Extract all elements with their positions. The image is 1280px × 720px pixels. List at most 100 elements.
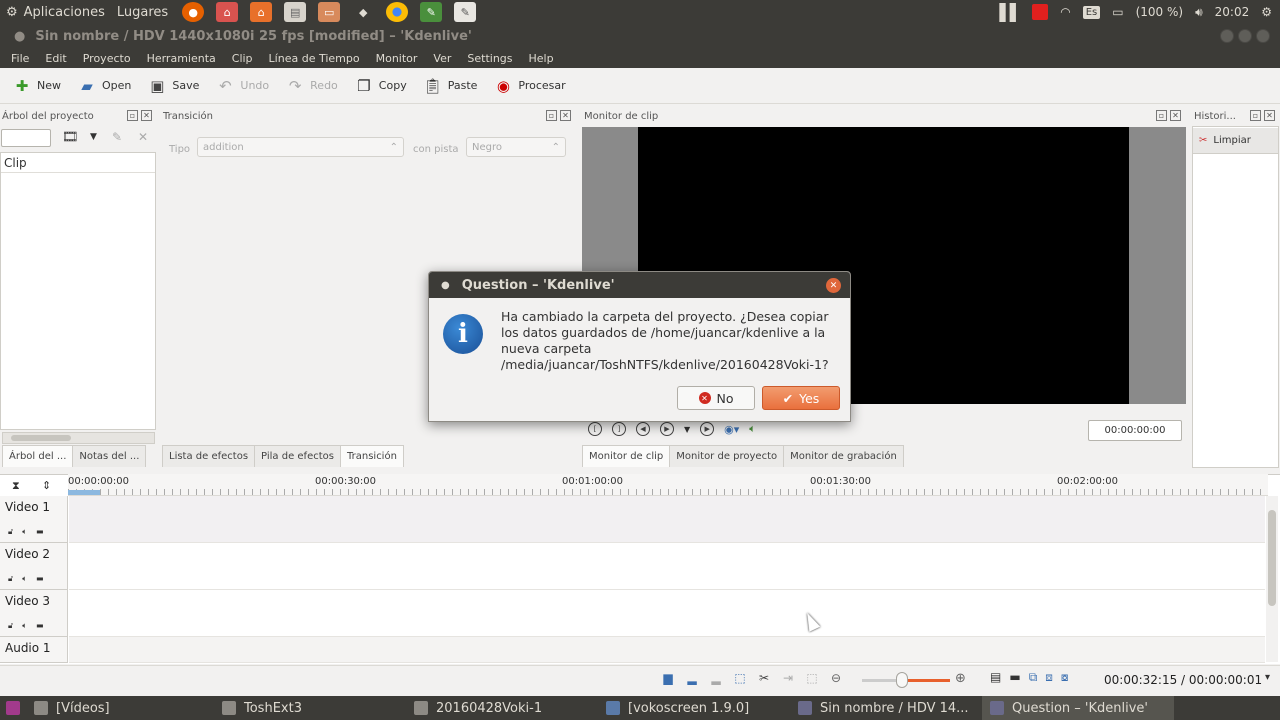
minimize-button[interactable]: [1220, 29, 1234, 43]
task-kdenlive-main[interactable]: Sin nombre / HDV 14...: [790, 696, 982, 720]
add-clip-icon[interactable]: 🎞︎: [62, 130, 79, 145]
thumbnails-icon[interactable]: ▬: [1009, 670, 1020, 685]
chevron-down-icon[interactable]: ▼: [90, 132, 97, 142]
show-desktop-button[interactable]: [0, 696, 26, 720]
delete-clip-icon[interactable]: ✕: [138, 130, 148, 144]
no-button[interactable]: ✕ No: [677, 386, 755, 410]
chrome-launcher-icon[interactable]: [386, 2, 409, 22]
wifi-icon[interactable]: ◠: [1060, 5, 1070, 19]
rewind-icon[interactable]: ◀: [636, 422, 650, 436]
lock-icon[interactable]: 🔓︎: [8, 621, 13, 631]
tab-lista-efectos[interactable]: Lista de efectos: [162, 445, 256, 467]
clock[interactable]: 20:02: [1215, 5, 1250, 19]
menu-edit[interactable]: Edit: [45, 52, 66, 65]
close-dock-icon[interactable]: ✕: [141, 110, 152, 121]
menu-clip[interactable]: Clip: [232, 52, 253, 65]
set-zone-end-icon[interactable]: ]: [612, 422, 626, 436]
con-pista-select[interactable]: Negro ⌃: [466, 137, 566, 157]
dialog-menu-icon[interactable]: ●: [441, 280, 450, 291]
task-toshext3[interactable]: ToshExt3: [214, 696, 406, 720]
razor-tool-icon[interactable]: ✂: [756, 670, 772, 686]
monitor-settings-icon[interactable]: ◉▾: [724, 423, 739, 436]
session-gear-icon[interactable]: ⚙: [1261, 5, 1272, 19]
track-height-icon[interactable]: ⇕: [42, 479, 51, 492]
menu-settings[interactable]: Settings: [467, 52, 512, 65]
home-launcher-icon[interactable]: ⌂: [216, 2, 239, 22]
task-voki-folder[interactable]: 20160428Voki-1: [406, 696, 598, 720]
close-dock-icon[interactable]: ✕: [1170, 110, 1181, 121]
mute-icon[interactable]: 🔈︎: [22, 527, 27, 537]
task-videos[interactable]: [Vídeos]: [26, 696, 214, 720]
lock-icon[interactable]: 🔓︎: [8, 527, 13, 537]
chevron-down-icon[interactable]: ▼: [684, 425, 690, 434]
tab-monitor-proyecto[interactable]: Monitor de proyecto: [669, 445, 785, 467]
forward-icon[interactable]: ▶: [700, 422, 715, 436]
close-icon[interactable]: ✕: [826, 278, 841, 293]
open-button[interactable]: ▰ Open: [71, 71, 137, 101]
applications-menu[interactable]: ⚙ Aplicaciones: [0, 0, 111, 24]
menu-file[interactable]: File: [11, 52, 29, 65]
task-kdenlive-question[interactable]: Question – 'Kdenlive': [982, 696, 1174, 720]
track-compositing-icon[interactable]: ⧇: [1061, 670, 1069, 685]
yes-button[interactable]: ✔ Yes: [762, 386, 840, 410]
mute-icon[interactable]: 🔈︎: [22, 621, 27, 631]
maximize-button[interactable]: [1238, 29, 1252, 43]
new-button[interactable]: ✚ New: [6, 71, 67, 101]
track-video-2[interactable]: [69, 543, 1265, 590]
volume-icon[interactable]: 🔊︎: [1195, 5, 1203, 20]
clip-column-header[interactable]: Clip: [1, 153, 155, 173]
monitor-timecode-field[interactable]: 00:00:00:00: [1088, 420, 1182, 441]
folder-launcher-icon[interactable]: ▭: [318, 2, 341, 22]
window-menu-icon[interactable]: ●: [14, 29, 25, 44]
limpiar-button[interactable]: ✂ Limpiar: [1193, 128, 1278, 154]
close-dock-icon[interactable]: ✕: [1264, 110, 1275, 121]
redo-button[interactable]: ↷ Redo: [279, 71, 344, 101]
float-dock-icon[interactable]: ▫: [127, 110, 138, 121]
zoom-slider-thumb[interactable]: [896, 672, 908, 688]
zoom-out-icon[interactable]: ⊖: [828, 670, 844, 686]
timeline-ruler[interactable]: 00:00:00:00 00:00:30:00 00:01:00:00 00:0…: [68, 474, 1268, 496]
menu-herramienta[interactable]: Herramienta: [147, 52, 216, 65]
firefox-launcher-icon[interactable]: ●: [182, 2, 205, 22]
paste-button[interactable]: 📋︎ Paste: [417, 71, 484, 101]
split-audio-icon[interactable]: ▤: [990, 670, 1001, 685]
project-search-input[interactable]: [1, 129, 51, 147]
task-vokoscreen[interactable]: [vokoscreen 1.9.0]: [598, 696, 790, 720]
mute-icon[interactable]: 🔈︎: [22, 574, 27, 584]
project-tree-hscrollbar[interactable]: [2, 432, 155, 444]
files-launcher-icon[interactable]: ▤: [284, 2, 307, 22]
track-video-3[interactable]: [69, 590, 1265, 637]
close-dock-icon[interactable]: ✕: [560, 110, 571, 121]
ripple-icon[interactable]: ⧈: [1045, 670, 1053, 685]
video-toggle-icon[interactable]: ▬: [36, 621, 44, 631]
video-toggle-icon[interactable]: ▬: [36, 527, 44, 537]
track-audio-1[interactable]: [69, 637, 1265, 663]
save-button[interactable]: ▣ Save: [141, 71, 205, 101]
float-dock-icon[interactable]: ▫: [1250, 110, 1261, 121]
track-header-video-1[interactable]: Video 1 🔓︎ 🔈︎ ▬: [0, 496, 68, 543]
text-editor-launcher-icon[interactable]: ✎: [454, 2, 477, 22]
render-button[interactable]: ◉ Procesar: [487, 71, 571, 101]
tab-notas[interactable]: Notas del ...: [72, 445, 147, 467]
zoom-in-icon[interactable]: ⊕: [955, 671, 966, 686]
track-video-1[interactable]: [69, 496, 1265, 543]
lock-icon[interactable]: 🔓︎: [8, 574, 13, 584]
audio-monitor-icon[interactable]: 🔈︎: [749, 422, 756, 436]
selection-tool-icon[interactable]: ⬚: [732, 670, 748, 686]
tab-pila-efectos[interactable]: Pila de efectos: [254, 445, 341, 467]
menu-monitor[interactable]: Monitor: [376, 52, 418, 65]
tab-arbol[interactable]: Árbol del ...: [2, 445, 74, 467]
kdenlive-launcher-icon[interactable]: ✎: [420, 2, 443, 22]
play-icon[interactable]: ▶: [660, 422, 674, 436]
float-dock-icon[interactable]: ▫: [546, 110, 557, 121]
fit-zoom-icon[interactable]: ⬚: [804, 670, 820, 686]
track-header-video-2[interactable]: Video 2 🔓︎ 🔈︎ ▬: [0, 543, 68, 590]
project-clip-list[interactable]: Clip: [0, 152, 156, 430]
menu-help[interactable]: Help: [529, 52, 554, 65]
pause-recording-icon[interactable]: ▌▌: [1000, 3, 1023, 22]
timeline-vscroll-thumb[interactable]: [1268, 510, 1276, 606]
track-header-video-3[interactable]: Video 3 🔓︎ 🔈︎ ▬: [0, 590, 68, 637]
menu-proyecto[interactable]: Proyecto: [83, 52, 131, 65]
copy-button[interactable]: ❐ Copy: [348, 71, 413, 101]
video-toggle-icon[interactable]: ▬: [36, 574, 44, 584]
